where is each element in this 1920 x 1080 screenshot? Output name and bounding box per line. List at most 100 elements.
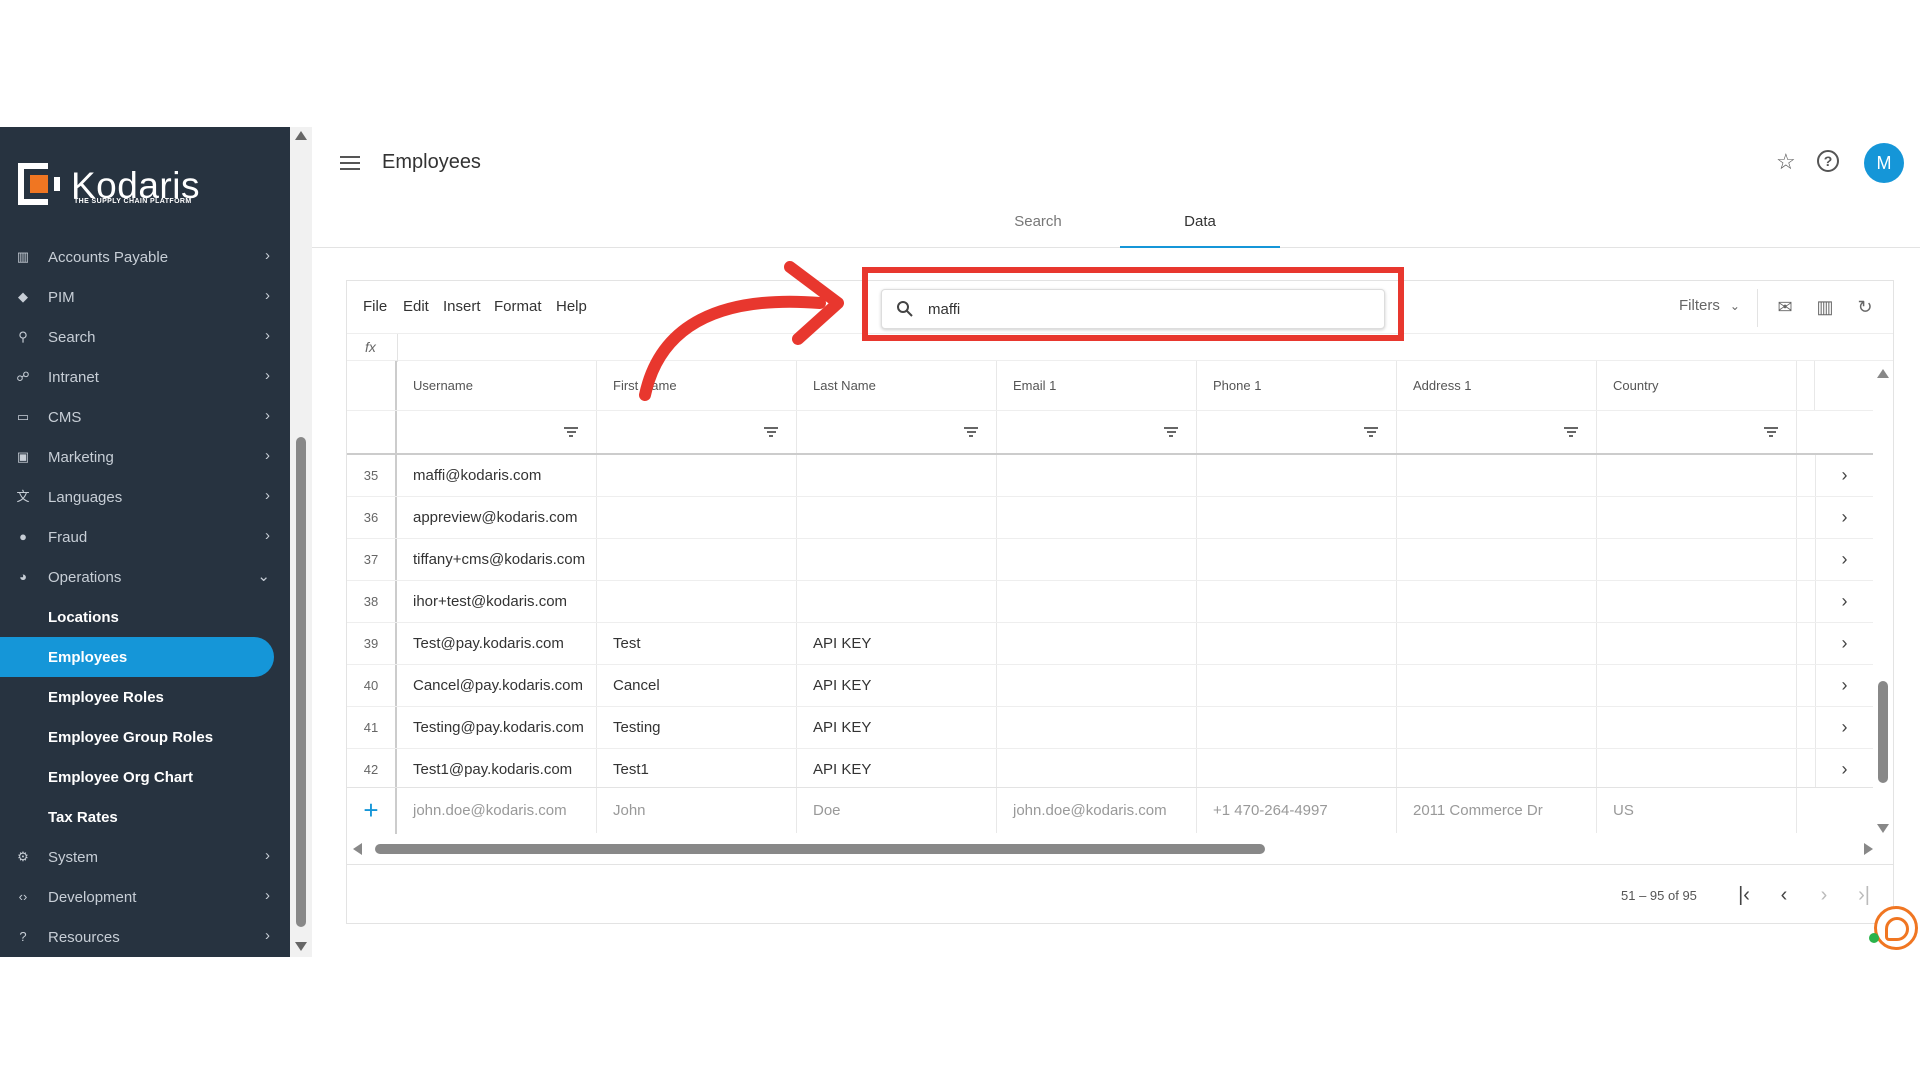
sidebar-item-search[interactable]: ⚲ Search ›	[0, 317, 290, 357]
table-cell[interactable]	[1397, 455, 1597, 496]
scroll-down-icon[interactable]	[1877, 824, 1889, 833]
column-header[interactable]: Country	[1597, 361, 1797, 410]
sidebar-subitem-tax-rates[interactable]: Tax Rates	[0, 797, 290, 837]
table-cell[interactable]	[1397, 497, 1597, 538]
table-cell[interactable]	[997, 581, 1197, 622]
table-cell[interactable]: Testing@pay.kodaris.com	[397, 707, 597, 748]
chevron-right-icon[interactable]: ›	[1815, 539, 1873, 580]
table-cell[interactable]	[1197, 497, 1397, 538]
table-cell[interactable]	[1197, 623, 1397, 664]
table-cell[interactable]	[1397, 749, 1597, 787]
table-cell[interactable]	[1397, 581, 1597, 622]
table-cell[interactable]: appreview@kodaris.com	[397, 497, 597, 538]
table-cell[interactable]	[1597, 455, 1797, 496]
table-cell[interactable]	[597, 455, 797, 496]
sidebar-subitem-employee-group-roles[interactable]: Employee Group Roles	[0, 717, 290, 757]
chat-widget-icon[interactable]	[1869, 906, 1918, 950]
table-cell[interactable]	[1597, 497, 1797, 538]
table-row[interactable]: 40 Cancel@pay.kodaris.com Cancel API KEY ›	[347, 665, 1873, 707]
scrollbar-thumb[interactable]	[375, 844, 1265, 854]
menu-format[interactable]: Format	[494, 298, 542, 315]
column-header[interactable]: Phone 1	[1197, 361, 1397, 410]
menu-edit[interactable]: Edit	[403, 298, 429, 315]
filter-icon[interactable]	[564, 427, 578, 439]
chevron-right-icon[interactable]: ›	[1815, 749, 1873, 787]
table-cell[interactable]	[797, 455, 997, 496]
table-cell[interactable]	[1597, 581, 1797, 622]
table-cell[interactable]: API KEY	[797, 623, 997, 664]
chevron-right-icon[interactable]: ›	[1815, 497, 1873, 538]
table-row[interactable]: 36 appreview@kodaris.com ›	[347, 497, 1873, 539]
table-cell[interactable]	[997, 749, 1197, 787]
filter-icon[interactable]	[1164, 427, 1178, 439]
new-row-placeholder[interactable]: +1 470-264-4997	[1197, 788, 1397, 833]
table-cell[interactable]	[997, 707, 1197, 748]
scrollbar-thumb[interactable]	[1878, 681, 1888, 783]
grid-vertical-scrollbar[interactable]	[1873, 361, 1893, 839]
sidebar-item-resources[interactable]: ? Resources ›	[0, 917, 290, 957]
sidebar-subitem-employee-roles[interactable]: Employee Roles	[0, 677, 290, 717]
sidebar-item-intranet[interactable]: ☍ Intranet ›	[0, 357, 290, 397]
menu-insert[interactable]: Insert	[443, 298, 481, 315]
tab-data[interactable]: Data	[1120, 200, 1280, 248]
previous-page-icon[interactable]: ‹	[1771, 882, 1797, 908]
new-row-placeholder[interactable]: John	[597, 788, 797, 833]
table-cell[interactable]: Test@pay.kodaris.com	[397, 623, 597, 664]
table-cell[interactable]	[1197, 707, 1397, 748]
menu-help[interactable]: Help	[556, 298, 587, 315]
table-cell[interactable]	[597, 581, 797, 622]
table-cell[interactable]: tiffany+cms@kodaris.com	[397, 539, 597, 580]
table-cell[interactable]: maffi@kodaris.com	[397, 455, 597, 496]
table-cell[interactable]	[1397, 707, 1597, 748]
sidebar-item-languages[interactable]: 文 Languages ›	[0, 477, 290, 517]
columns-icon[interactable]: ▥	[1813, 295, 1837, 319]
column-header[interactable]: Username	[397, 361, 597, 410]
filter-icon[interactable]	[1364, 427, 1378, 439]
refresh-icon[interactable]: ↻	[1853, 295, 1877, 319]
sidebar-item-pim[interactable]: ◆ PIM ›	[0, 277, 290, 317]
table-cell[interactable]	[997, 665, 1197, 706]
new-row-placeholder[interactable]: john.doe@kodaris.com	[997, 788, 1197, 833]
sidebar-item-system[interactable]: ⚙ System ›	[0, 837, 290, 877]
scrollbar-thumb[interactable]	[296, 437, 306, 927]
table-cell[interactable]	[1197, 581, 1397, 622]
table-cell[interactable]	[1597, 707, 1797, 748]
table-cell[interactable]: Test	[597, 623, 797, 664]
new-row-placeholder[interactable]: 2011 Commerce Dr	[1397, 788, 1597, 833]
table-cell[interactable]: API KEY	[797, 665, 997, 706]
sidebar-subitem-employee-org-chart[interactable]: Employee Org Chart	[0, 757, 290, 797]
table-cell[interactable]	[797, 497, 997, 538]
last-page-icon[interactable]: ›|	[1851, 882, 1877, 908]
scroll-right-icon[interactable]	[1864, 843, 1873, 855]
table-cell[interactable]	[997, 539, 1197, 580]
table-cell[interactable]	[1397, 623, 1597, 664]
chevron-right-icon[interactable]: ›	[1815, 707, 1873, 748]
menu-file[interactable]: File	[363, 298, 387, 315]
table-cell[interactable]	[1597, 623, 1797, 664]
sidebar-item-development[interactable]: ‹› Development ›	[0, 877, 290, 917]
table-row[interactable]: 35 maffi@kodaris.com ›	[347, 455, 1873, 497]
column-header[interactable]: Address 1	[1397, 361, 1597, 410]
table-cell[interactable]: API KEY	[797, 707, 997, 748]
filter-icon[interactable]	[1764, 427, 1778, 439]
table-cell[interactable]	[997, 497, 1197, 538]
table-row[interactable]: 38 ihor+test@kodaris.com ›	[347, 581, 1873, 623]
new-row-placeholder[interactable]: Doe	[797, 788, 997, 833]
add-row-icon[interactable]: +	[347, 788, 397, 834]
table-cell[interactable]	[1597, 539, 1797, 580]
chevron-right-icon[interactable]: ›	[1815, 455, 1873, 496]
scroll-down-icon[interactable]	[295, 942, 307, 951]
filters-dropdown[interactable]: Filters ⌄	[1679, 297, 1740, 314]
sidebar-item-fraud[interactable]: ● Fraud ›	[0, 517, 290, 557]
hamburger-menu-icon[interactable]	[340, 156, 360, 170]
table-cell[interactable]: Testing	[597, 707, 797, 748]
avatar[interactable]: M	[1864, 143, 1904, 183]
sidebar-subitem-employees[interactable]: Employees	[0, 637, 274, 677]
mail-icon[interactable]: ✉	[1773, 295, 1797, 319]
grid-horizontal-scrollbar[interactable]	[347, 839, 1893, 859]
tab-search[interactable]: Search	[958, 200, 1118, 248]
help-icon[interactable]: ?	[1817, 150, 1839, 172]
filter-icon[interactable]	[1564, 427, 1578, 439]
table-cell[interactable]	[1397, 539, 1597, 580]
next-page-icon[interactable]: ›	[1811, 882, 1837, 908]
